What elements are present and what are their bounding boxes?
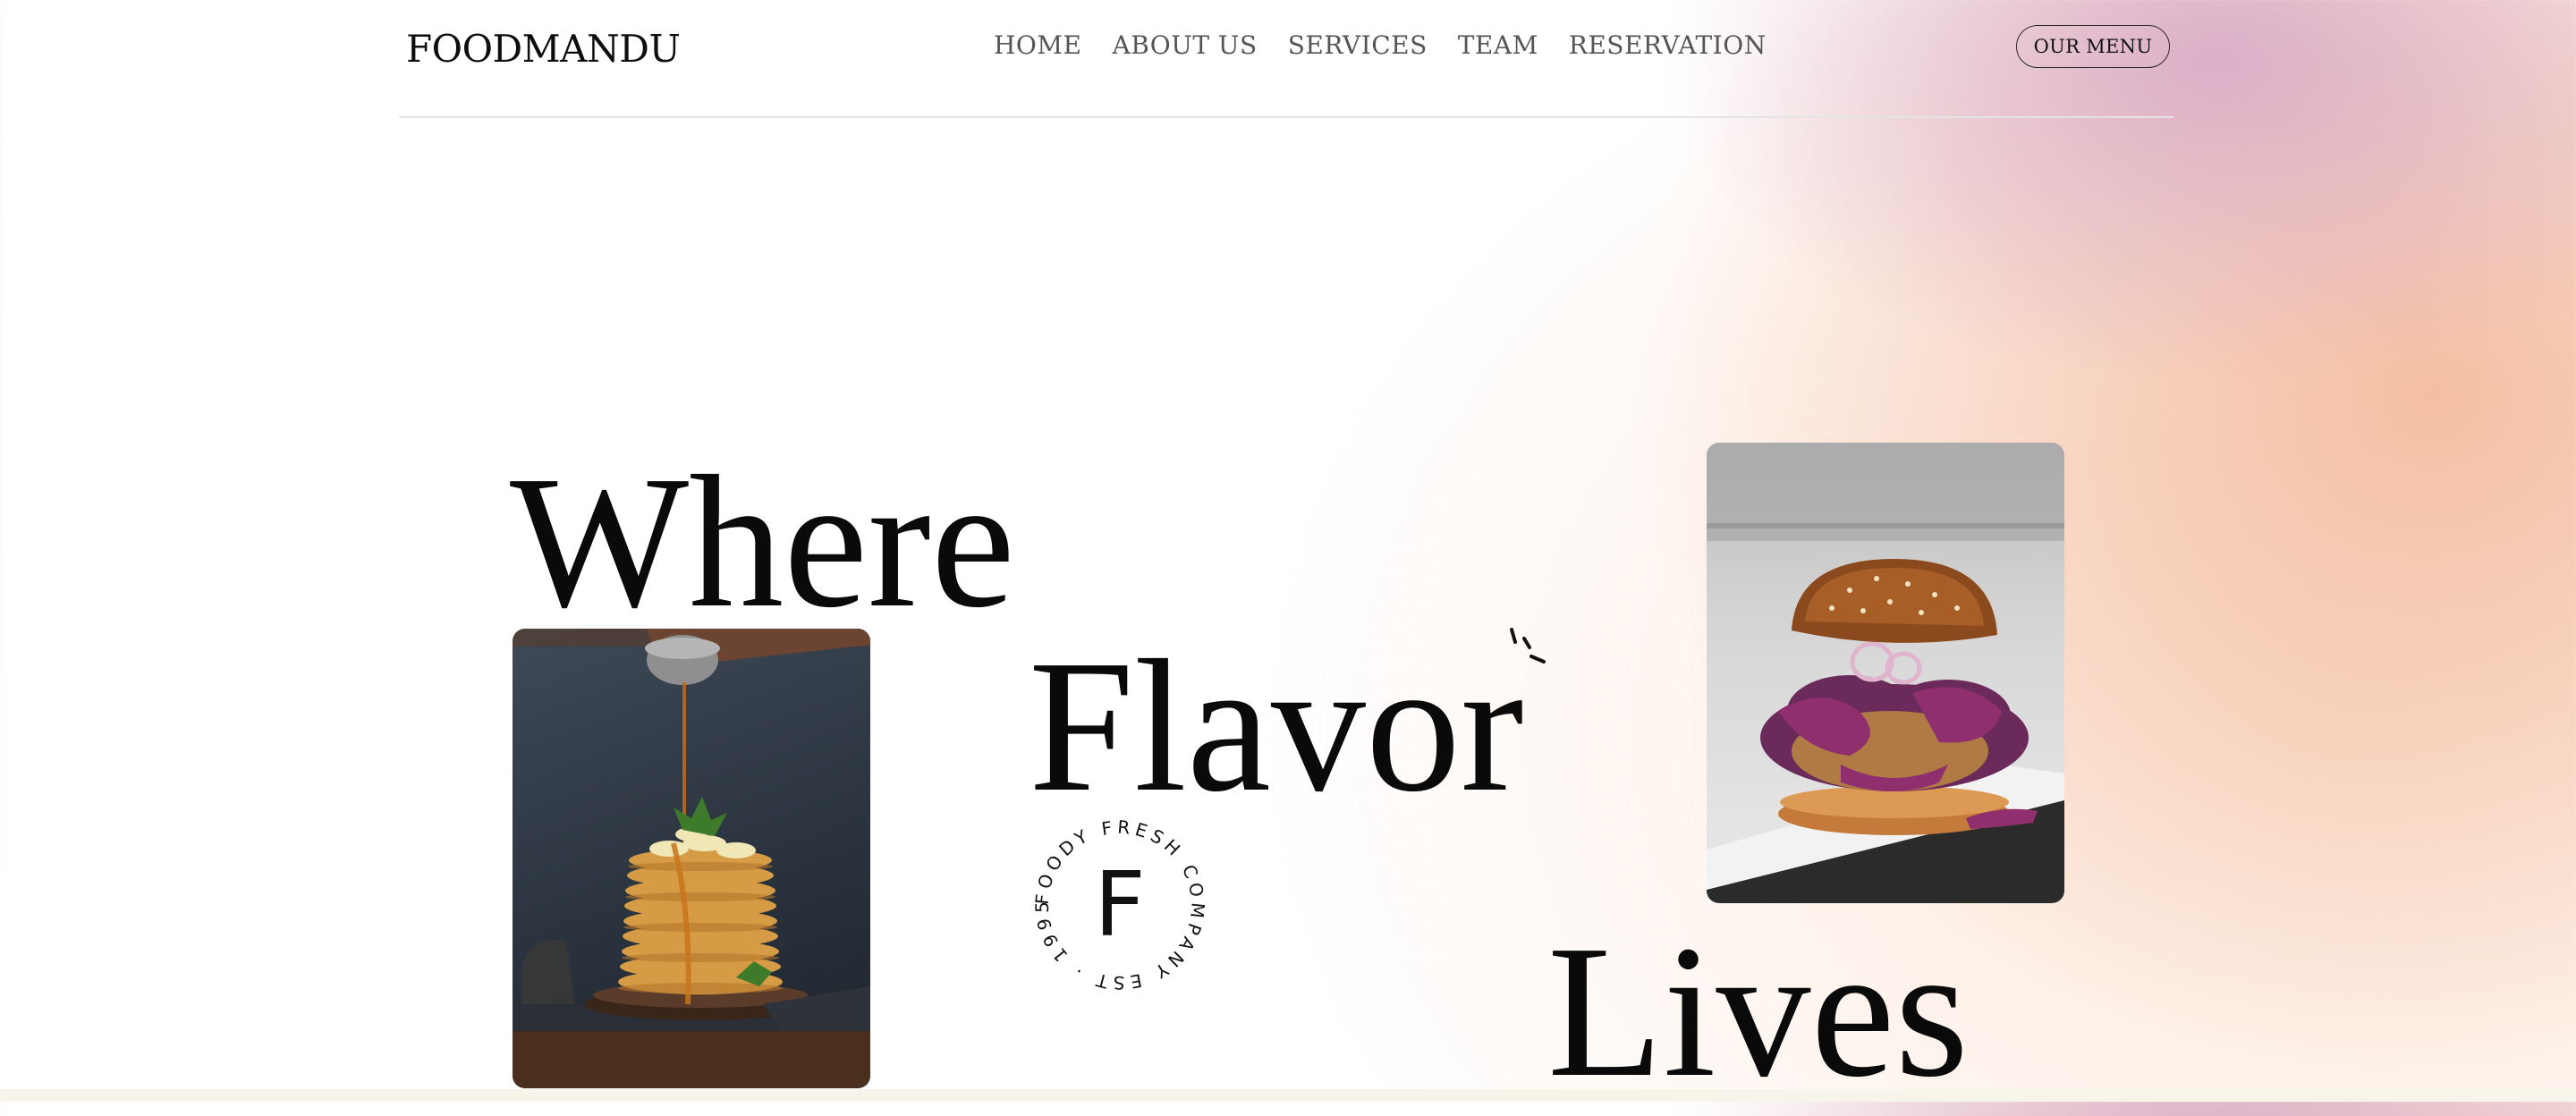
sparkle-icon	[1510, 628, 1546, 664]
our-menu-button[interactable]: OUR MENU	[2016, 25, 2170, 68]
nav-team[interactable]: TEAM	[1458, 30, 1538, 60]
hero-word-flavor: Flavor	[1029, 621, 1524, 831]
hero-word-lives: Lives	[1547, 906, 1969, 1116]
bottom-strip	[0, 1089, 2576, 1102]
pancake-illustration	[513, 629, 870, 1088]
hero-word-where: Where	[510, 436, 1015, 647]
est-badge: FOODY FRESH COMPANY EST · 1995 · F	[1021, 807, 1205, 993]
burger-illustration	[1707, 443, 2064, 903]
brand-logo[interactable]: FOODMANDU	[406, 27, 681, 71]
nav-about-us[interactable]: ABOUT US	[1112, 30, 1257, 60]
main-nav: HOME ABOUT US SERVICES TEAM RESERVATION	[994, 30, 1767, 60]
nav-reservation[interactable]: RESERVATION	[1569, 30, 1767, 60]
site-header: FOODMANDU HOME ABOUT US SERVICES TEAM RE…	[399, 0, 2174, 118]
pancake-photo	[513, 629, 870, 1088]
nav-home[interactable]: HOME	[994, 30, 1081, 60]
badge-letter: F	[1094, 852, 1146, 957]
burger-photo	[1707, 443, 2064, 903]
nav-services[interactable]: SERVICES	[1288, 30, 1428, 60]
